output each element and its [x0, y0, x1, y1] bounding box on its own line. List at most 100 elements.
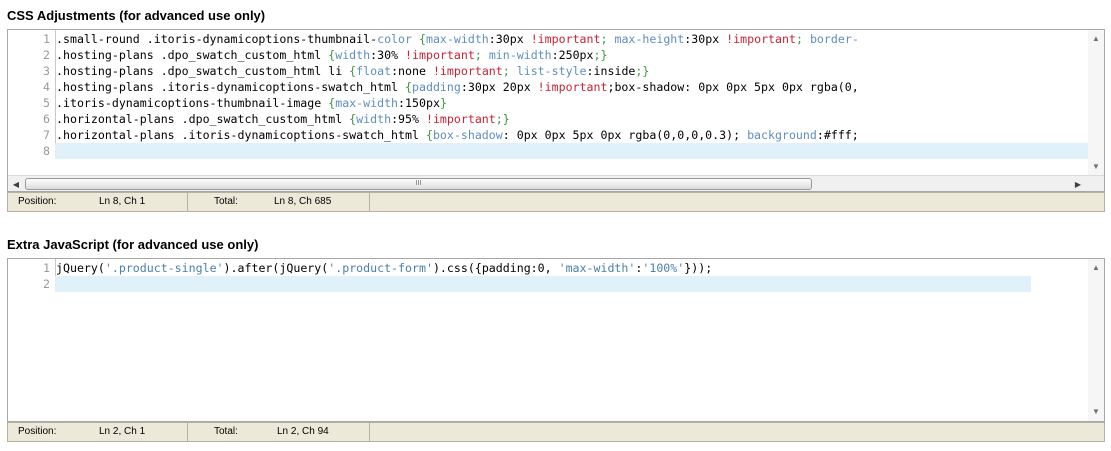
code-token: :inside: [586, 64, 636, 78]
css-section-title: CSS Adjustments (for advanced use only): [7, 8, 266, 23]
code-line[interactable]: 2: [8, 276, 1104, 292]
code-line-text: .horizontal-plans .dpo_swatch_custom_htm…: [56, 111, 510, 127]
code-line-text: .itoris-dynamicoptions-thumbnail-image {…: [56, 95, 447, 111]
code-line-text: .hosting-plans .dpo_swatch_custom_html l…: [56, 63, 649, 79]
code-token: '.product-form': [328, 261, 433, 275]
css-status-position: Position: Ln 8, Ch 1: [8, 193, 188, 211]
css-vertical-scrollbar[interactable]: ▲ ▼: [1088, 30, 1104, 176]
code-token: 'max-width': [558, 261, 636, 275]
code-token: .hosting-plans .itoris-dynamicoptions-sw…: [56, 80, 406, 94]
code-token: .itoris-dynamicoptions-thumbnail-image: [56, 96, 329, 110]
code-line[interactable]: 6 .horizontal-plans .dpo_swatch_custom_ht…: [8, 111, 1104, 127]
code-token: ).after(jQuery(: [223, 261, 329, 275]
position-value: Ln 8, Ch 1: [99, 196, 146, 207]
code-token: jQuery(: [56, 261, 105, 275]
code-token: :150px: [398, 96, 440, 110]
scroll-left-arrow-icon[interactable]: ◀: [8, 176, 24, 191]
code-line[interactable]: 8: [8, 143, 1104, 159]
code-token: width: [356, 112, 392, 126]
code-token: border-: [809, 32, 859, 46]
code-token: :95%: [391, 112, 426, 126]
css-code-area[interactable]: 1 .small-round .itoris-dynamicoptions-thu…: [8, 30, 1104, 176]
code-token: ;box-shadow: 0px 0px 5px 0px rgba(0,: [607, 80, 859, 94]
total-label: Total:: [214, 426, 238, 437]
code-line[interactable]: 3 .hosting-plans .dpo_swatch_custom_html …: [8, 63, 1104, 79]
code-token: :30px 20px: [460, 80, 538, 94]
line-number: 6: [43, 112, 50, 126]
position-value: Ln 2, Ch 1: [99, 426, 146, 437]
js-vertical-scrollbar[interactable]: ▲ ▼: [1088, 259, 1104, 421]
code-line[interactable]: 7 .horizontal-plans .itoris-dynamicoption…: [8, 127, 1104, 143]
css-hscroll-thumb[interactable]: III: [25, 178, 812, 190]
code-token: : 0px 0px 5px 0px rgba(0,0,0,0.3);: [502, 128, 748, 142]
code-token: {: [418, 32, 426, 46]
code-line[interactable]: 1 .small-round .itoris-dynamicoptions-thu…: [8, 31, 1104, 47]
scroll-down-arrow-icon[interactable]: ▼: [1088, 160, 1104, 174]
code-token: background: [747, 128, 817, 142]
code-token: ;}: [635, 64, 650, 78]
code-token: .hosting-plans .dpo_swatch_custom_html l…: [56, 64, 350, 78]
code-token: ;: [795, 32, 810, 46]
code-token: !important: [432, 64, 503, 78]
code-line-text: .hosting-plans .itoris-dynamicoptions-sw…: [56, 79, 859, 95]
code-line-text: .hosting-plans .dpo_swatch_custom_html {…: [56, 47, 608, 63]
total-value: Ln 2, Ch 94: [277, 426, 329, 437]
code-token: ;}: [593, 48, 608, 62]
line-number: 5: [43, 96, 50, 110]
js-editor[interactable]: 1 jQuery('.product-single').after(jQuery(…: [7, 258, 1105, 422]
css-status-bar: Position: Ln 8, Ch 1 Total: Ln 8, Ch 685: [7, 192, 1105, 212]
code-token: .hosting-plans .dpo_swatch_custom_html: [56, 48, 329, 62]
code-token: max-width: [335, 96, 399, 110]
code-token: ).css({padding:0,: [432, 261, 559, 275]
line-number: 7: [43, 128, 50, 142]
code-token: :30px: [684, 32, 727, 46]
js-status-bar: Position: Ln 2, Ch 1 Total: Ln 2, Ch 94: [7, 422, 1105, 442]
active-line-highlight: [55, 276, 1031, 292]
scroll-up-arrow-icon[interactable]: ▲: [1088, 32, 1104, 46]
code-token: .small-round .itoris-dynamicoptions-thum…: [56, 32, 378, 46]
code-token: !important: [425, 112, 496, 126]
line-number: 1: [43, 32, 50, 46]
code-token: }: [439, 96, 447, 110]
code-token: !important: [726, 32, 796, 46]
code-token: !important: [537, 80, 608, 94]
code-token: }));: [684, 261, 713, 275]
line-number: 4: [43, 80, 50, 94]
code-token: width: [335, 48, 371, 62]
code-token: float: [356, 64, 392, 78]
code-token: :250px: [551, 48, 594, 62]
code-line-text: jQuery('.product-single').after(jQuery('…: [56, 260, 712, 276]
code-token: max-width: [425, 32, 489, 46]
scroll-down-arrow-icon[interactable]: ▼: [1088, 405, 1104, 419]
code-line[interactable]: 2 .hosting-plans .dpo_swatch_custom_html …: [8, 47, 1104, 63]
code-token: ;: [502, 64, 517, 78]
code-line[interactable]: 5 .itoris-dynamicoptions-thumbnail-image …: [8, 95, 1104, 111]
line-number: 3: [43, 64, 50, 78]
scroll-right-arrow-icon[interactable]: ▶: [1070, 176, 1086, 191]
line-number: 2: [43, 48, 50, 62]
code-token: ;: [474, 48, 489, 62]
code-token: {: [425, 128, 433, 142]
js-status-position: Position: Ln 2, Ch 1: [8, 423, 188, 441]
code-token: padding: [412, 80, 461, 94]
css-editor[interactable]: 1 .small-round .itoris-dynamicoptions-thu…: [7, 29, 1105, 192]
js-status-total: Total: Ln 2, Ch 94: [188, 423, 370, 441]
code-token: max-height: [614, 32, 685, 46]
code-line[interactable]: 4 .hosting-plans .itoris-dynamicoptions-s…: [8, 79, 1104, 95]
position-label: Position:: [18, 426, 57, 437]
scroll-up-arrow-icon[interactable]: ▲: [1088, 261, 1104, 275]
js-code-area[interactable]: 1 jQuery('.product-single').after(jQuery(…: [8, 259, 1104, 421]
code-token: !important: [530, 32, 601, 46]
code-token: box-shadow: [432, 128, 503, 142]
code-token: :none: [391, 64, 433, 78]
code-line[interactable]: 1 jQuery('.product-single').after(jQuery(…: [8, 260, 1104, 276]
line-number: 8: [43, 144, 50, 158]
total-value: Ln 8, Ch 685: [274, 196, 332, 207]
code-token: color: [377, 32, 412, 46]
code-token: !important: [405, 48, 475, 62]
css-horizontal-scrollbar[interactable]: ◀ III ▶: [8, 175, 1104, 191]
code-token: ;}: [495, 112, 510, 126]
scroll-grip-icon: III: [415, 180, 422, 187]
css-status-total: Total: Ln 8, Ch 685: [188, 193, 370, 211]
